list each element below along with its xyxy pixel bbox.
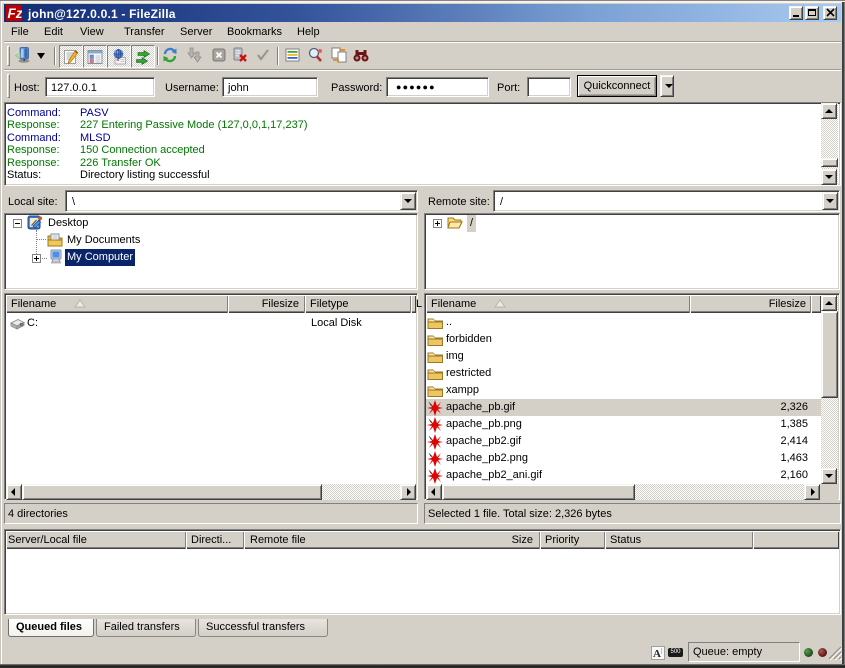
svg-text:A: A bbox=[653, 648, 661, 660]
svg-text:Fz: Fz bbox=[8, 6, 23, 21]
